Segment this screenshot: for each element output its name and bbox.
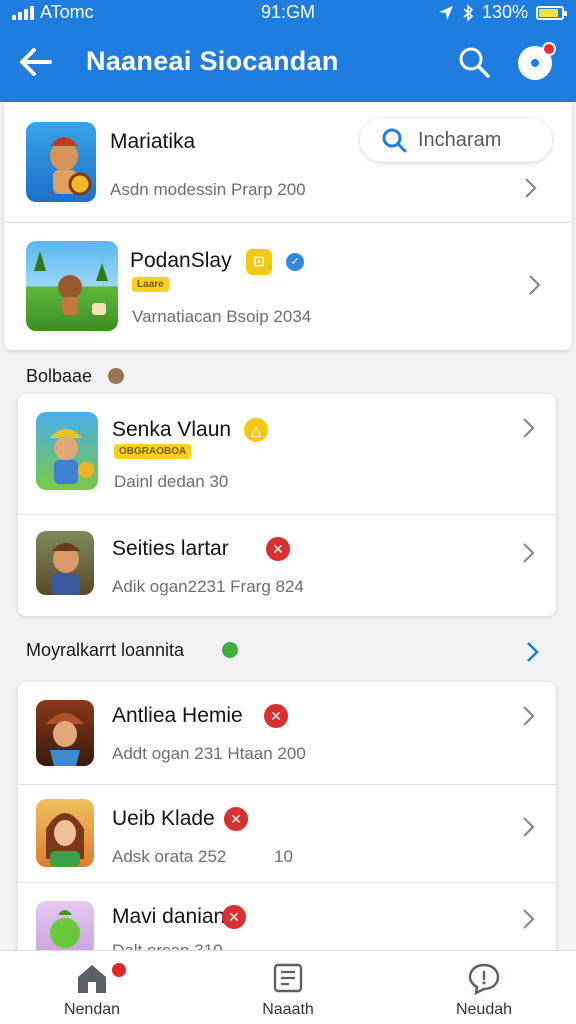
chat-icon (468, 963, 500, 995)
bottom-nav: Nendan Naaath Neudah (0, 950, 576, 1024)
game-meta: Dainl dedan 30 (114, 472, 229, 491)
back-arrow-icon[interactable] (14, 44, 56, 80)
game-meta: Varnatiacan Bsoip 2034 (132, 307, 312, 326)
section-title: Moyralkarrt loannita (26, 640, 185, 660)
notification-badge (110, 961, 128, 979)
list-card: Senka Vlaun △ OBGRAOBOA Dainl dedan 30 S… (18, 394, 556, 616)
game-title: PodanSlay (130, 249, 232, 272)
game-title: Ueib Klade (112, 807, 215, 830)
list-item[interactable]: Seities lartar ✕ Adik ogan2231 Frarg 824 (18, 514, 556, 616)
app-header: ATomc 91:GM 130% Naaneai Siocandan (0, 0, 576, 102)
close-badge-icon: ✕ (266, 537, 290, 561)
game-meta-extra: 10 (274, 847, 293, 866)
tab-chat[interactable]: Neudah (422, 951, 546, 1024)
tab-home[interactable]: Nendan (30, 951, 154, 1024)
section-dot-icon (222, 642, 238, 658)
list-item[interactable]: Antliea Hemie ✕ Addt ogan 231 Htaan 200 (18, 682, 556, 784)
home-icon (78, 965, 106, 993)
list-item[interactable]: Ueib Klade ✕ Adsk orata 252 10 (18, 784, 556, 882)
chevron-right-icon (523, 418, 535, 438)
search-input[interactable]: Incharam (360, 118, 552, 162)
game-meta: Asdn modessin Prarp 200 (110, 180, 306, 199)
section-title: Bolbaae (26, 366, 93, 386)
status-tag: Laare (132, 277, 169, 292)
tab-label: Nendan (63, 1001, 121, 1018)
chevron-right-icon (523, 909, 535, 929)
search-icon[interactable] (456, 44, 492, 80)
tab-label: Neudah (455, 1001, 513, 1018)
close-badge-icon: ✕ (264, 704, 288, 728)
game-title: Antliea Hemie (112, 704, 243, 727)
battery-percent: 130% (481, 2, 528, 22)
section-dot-icon (108, 368, 124, 384)
section-chevron-right-icon[interactable] (524, 640, 540, 664)
chevron-right-icon (525, 178, 537, 198)
list-card: Antliea Hemie ✕ Addt ogan 231 Htaan 200 … (18, 682, 556, 962)
star-badge-icon: ⊡ (246, 249, 272, 275)
game-thumbnail (36, 799, 94, 867)
game-title: Senka Vlaun (112, 418, 232, 441)
profile-button[interactable] (516, 42, 556, 82)
chevron-right-icon (523, 817, 535, 837)
news-icon (273, 963, 303, 993)
verified-icon: ✓ (286, 253, 304, 271)
game-thumbnail (36, 700, 94, 766)
game-thumbnail (36, 531, 94, 595)
bluetooth-icon (463, 3, 474, 22)
game-thumbnail (36, 412, 98, 490)
list-item[interactable]: Senka Vlaun △ OBGRAOBOA Dainl dedan 30 (18, 394, 556, 514)
tab-news[interactable]: Naaath (226, 951, 350, 1024)
status-tag: OBGRAOBOA (114, 444, 192, 459)
location-icon (438, 5, 453, 20)
close-badge-icon: ✕ (224, 807, 248, 831)
status-right: 130% (438, 2, 567, 23)
game-thumbnail (26, 122, 96, 202)
game-meta: Adsk orata 252 (112, 847, 227, 866)
game-thumbnail (26, 241, 118, 331)
search-icon (382, 128, 407, 153)
game-meta: Adik ogan2231 Frarg 824 (112, 577, 304, 596)
game-thumbnail (36, 901, 94, 957)
battery-icon (536, 5, 567, 20)
notification-dot (542, 42, 556, 56)
game-title: Mavi danian (112, 905, 226, 928)
chevron-right-icon (523, 543, 535, 563)
list-item[interactable]: PodanSlay ⊡ ✓ Laare Varnatiacan Bsoip 20… (4, 222, 572, 350)
chevron-right-icon (523, 706, 535, 726)
warning-icon: △ (244, 418, 268, 442)
page-title: Naaneai Siocandan (86, 46, 339, 76)
game-title: Mariatika (110, 130, 196, 153)
search-placeholder: Incharam (418, 129, 502, 151)
tab-label: Naaath (262, 1001, 314, 1018)
game-title: Seities lartar (112, 537, 229, 560)
game-meta: Addt ogan 231 Htaan 200 (112, 744, 306, 763)
chevron-right-icon (529, 275, 541, 295)
status-bar: ATomc 91:GM 130% (0, 0, 576, 26)
close-badge-icon: ✕ (222, 905, 246, 929)
